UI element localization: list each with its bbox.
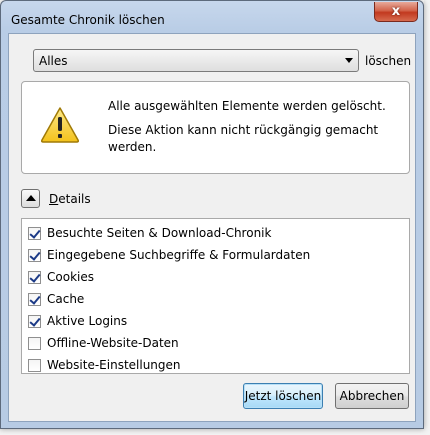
checkbox[interactable]: [28, 248, 41, 262]
checkbox-label: Cookies: [47, 270, 94, 284]
list-item[interactable]: Eingegebene Suchbegriffe & Formulardaten: [28, 245, 310, 265]
clear-now-button[interactable]: Jetzt löschen: [243, 383, 323, 409]
checkbox[interactable]: [28, 314, 41, 328]
window-title: Gesamte Chronik löschen: [11, 13, 165, 27]
checkbox[interactable]: [28, 292, 41, 306]
chevron-up-icon: [26, 195, 36, 201]
checkbox[interactable]: [28, 336, 41, 350]
list-item[interactable]: Cache: [28, 289, 84, 309]
checkbox[interactable]: [28, 226, 41, 240]
checkbox-label: Besuchte Seiten & Download-Chronik: [47, 226, 272, 240]
close-button[interactable]: x: [374, 2, 418, 22]
warning-icon: [40, 107, 80, 143]
checkbox[interactable]: [28, 358, 41, 372]
time-range-dropdown[interactable]: Alles: [33, 49, 359, 72]
warning-panel: Alle ausgewählten Elemente werden gelösc…: [21, 81, 410, 174]
cancel-button[interactable]: Abbrechen: [335, 383, 409, 409]
checkbox[interactable]: [28, 270, 41, 284]
history-items-list: Besuchte Seiten & Download-Chronik Einge…: [21, 218, 410, 374]
close-icon: x: [391, 4, 401, 19]
warning-message: Alle ausgewählten Elemente werden gelösc…: [108, 99, 386, 113]
checkbox-label: Website-Einstellungen: [47, 358, 181, 372]
clear-history-dialog: Gesamte Chronik löschen x Alles löschen: [0, 0, 424, 429]
list-item[interactable]: Besuchte Seiten & Download-Chronik: [28, 223, 271, 243]
details-label-accesskey: D: [49, 192, 59, 206]
list-item[interactable]: Aktive Logins: [28, 311, 127, 331]
list-item[interactable]: Offline-Website-Daten: [28, 333, 179, 353]
time-range-value: Alles: [39, 54, 68, 68]
checkbox-label: Aktive Logins: [47, 314, 128, 328]
list-item[interactable]: Cookies: [28, 267, 94, 287]
time-range-suffix: löschen: [365, 54, 412, 68]
details-toggle-button[interactable]: [21, 189, 40, 208]
desktop-background-bottom: [0, 429, 430, 435]
checkbox-label: Cache: [47, 292, 85, 306]
desktop-background: [424, 0, 430, 435]
chevron-down-icon: [345, 58, 353, 63]
dialog-body: Alles löschen Alle ausgewählten Elemente…: [8, 33, 416, 422]
list-item[interactable]: Website-Einstellungen: [28, 355, 181, 375]
details-label-rest: etails: [58, 192, 91, 206]
warning-irreversible-message: Diese Aktion kann nicht rückgängig gemac…: [108, 123, 379, 154]
checkbox-label: Eingegebene Suchbegriffe & Formulardaten: [47, 248, 311, 262]
title-bar[interactable]: Gesamte Chronik löschen x: [1, 1, 423, 33]
checkbox-label: Offline-Website-Daten: [47, 336, 179, 350]
details-label[interactable]: Details: [49, 192, 91, 206]
